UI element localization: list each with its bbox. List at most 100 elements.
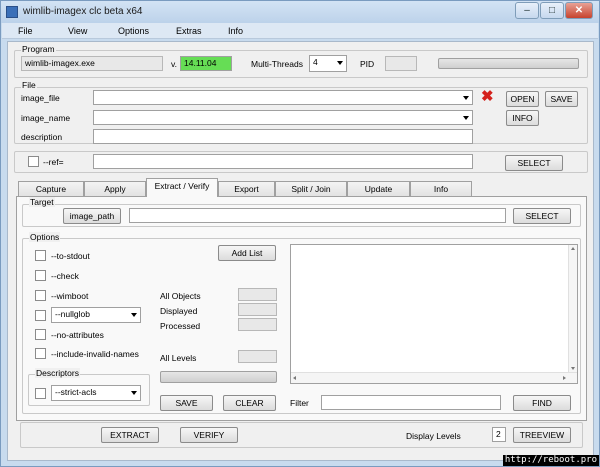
tab-capture[interactable]: Capture <box>18 181 84 196</box>
tab-info[interactable]: Info <box>410 181 472 196</box>
ref-select-button[interactable]: SELECT <box>505 155 563 171</box>
strict-acls-value: --strict-acls <box>55 387 97 397</box>
tab-split-join[interactable]: Split / Join <box>275 181 347 196</box>
descriptors-group-title: Descriptors <box>35 368 80 378</box>
processed-field <box>238 318 277 331</box>
nullglob-combo[interactable]: --nullglob <box>51 307 141 323</box>
version-field: 14.11.04 <box>180 56 232 71</box>
horizontal-scrollbar[interactable] <box>291 372 577 383</box>
menu-view[interactable]: View <box>68 26 87 36</box>
save-button[interactable]: SAVE <box>545 91 578 107</box>
all-levels-label: All Levels <box>160 353 197 363</box>
close-button[interactable]: ✕ <box>565 2 593 19</box>
chevron-down-icon <box>463 116 469 120</box>
displayed-label: Displayed <box>160 306 198 316</box>
display-levels-value: 2 <box>496 429 501 439</box>
nullglob-value: --nullglob <box>55 309 90 319</box>
tab-extract-verify[interactable]: Extract / Verify <box>146 178 218 197</box>
app-icon <box>6 6 18 18</box>
filter-label: Filter <box>290 398 309 408</box>
client-area: Program wimlib-imagex.exe v. 14.11.04 Mu… <box>7 41 594 461</box>
image-path-button[interactable]: image_path <box>63 208 121 224</box>
file-group-title: File <box>21 80 37 90</box>
title-bar[interactable]: wimlib-imagex clc beta x64 – □ ✕ <box>1 1 599 23</box>
chevron-down-icon <box>131 391 137 395</box>
no-attributes-checkbox[interactable] <box>35 329 46 340</box>
strict-acls-checkbox[interactable] <box>35 388 46 399</box>
threads-combo[interactable]: 4 <box>309 55 347 72</box>
ref-label: --ref= <box>43 157 64 167</box>
menu-info[interactable]: Info <box>228 26 243 36</box>
menu-bar: File View Options Extras Info <box>2 23 598 39</box>
check-checkbox[interactable] <box>35 270 46 281</box>
image-file-label: image_file <box>21 93 60 103</box>
tab-apply[interactable]: Apply <box>84 181 146 196</box>
version-label: v. <box>171 59 177 69</box>
pid-field <box>385 56 417 71</box>
info-button[interactable]: INFO <box>506 110 539 126</box>
scroll-down-icon <box>571 367 575 370</box>
scroll-right-icon <box>563 376 566 380</box>
display-levels-label: Display Levels <box>406 431 461 441</box>
image-file-combo[interactable] <box>93 90 473 105</box>
description-label: description <box>21 132 63 142</box>
pid-label: PID <box>360 59 375 69</box>
watermark: http://reboot.pro <box>502 455 599 466</box>
add-list-button[interactable]: Add List <box>218 245 276 261</box>
display-levels-spinner[interactable]: 2 <box>492 427 506 442</box>
all-objects-field <box>238 288 277 301</box>
verify-button[interactable]: VERIFY <box>180 427 238 443</box>
image-name-combo[interactable] <box>93 110 473 125</box>
include-invalid-names-checkbox[interactable] <box>35 348 46 359</box>
vertical-scrollbar[interactable] <box>568 245 577 372</box>
to-stdout-checkbox[interactable] <box>35 250 46 261</box>
treeview-button[interactable]: TREEVIEW <box>513 427 571 443</box>
scroll-left-icon <box>293 376 296 380</box>
extract-progress-bar <box>160 371 277 383</box>
options-group-title: Options <box>29 232 61 242</box>
include-invalid-names-label: --include-invalid-names <box>51 349 139 359</box>
menu-file[interactable]: File <box>18 26 33 36</box>
extract-button[interactable]: EXTRACT <box>101 427 159 443</box>
program-exe-field: wimlib-imagex.exe <box>21 56 163 71</box>
scroll-up-icon <box>571 247 575 250</box>
strict-acls-combo[interactable]: --strict-acls <box>51 385 141 401</box>
minimize-button[interactable]: – <box>515 2 539 19</box>
maximize-button[interactable]: □ <box>540 2 564 19</box>
chevron-down-icon <box>337 61 343 65</box>
program-progress-bar <box>438 58 579 69</box>
description-field[interactable] <box>93 129 473 144</box>
list-clear-button[interactable]: CLEAR <box>223 395 276 411</box>
target-group-title: Target <box>29 197 55 207</box>
target-select-button[interactable]: SELECT <box>513 208 571 224</box>
processed-label: Processed <box>160 321 201 331</box>
tab-update[interactable]: Update <box>347 181 410 196</box>
wimboot-checkbox[interactable] <box>35 290 46 301</box>
wimboot-label: --wimboot <box>51 291 89 301</box>
displayed-field <box>238 303 277 316</box>
tab-export[interactable]: Export <box>218 181 275 196</box>
menu-options[interactable]: Options <box>118 26 149 36</box>
threads-label: Multi-Threads <box>251 59 303 69</box>
find-button[interactable]: FIND <box>513 395 571 411</box>
object-list-view[interactable] <box>290 244 578 384</box>
program-group-title: Program <box>21 44 56 54</box>
open-button[interactable]: OPEN <box>506 91 539 107</box>
threads-value: 4 <box>313 57 318 67</box>
window-title: wimlib-imagex clc beta x64 <box>23 6 143 17</box>
list-save-button[interactable]: SAVE <box>160 395 213 411</box>
filter-field[interactable] <box>321 395 501 410</box>
no-attributes-label: --no-attributes <box>51 330 104 340</box>
nullglob-checkbox[interactable] <box>35 310 46 321</box>
image-path-field[interactable] <box>129 208 506 223</box>
all-levels-field <box>238 350 277 363</box>
to-stdout-label: --to-stdout <box>51 251 90 261</box>
chevron-down-icon <box>463 96 469 100</box>
chevron-down-icon <box>131 313 137 317</box>
ref-field[interactable] <box>93 154 473 169</box>
check-label: --check <box>51 271 79 281</box>
menu-extras[interactable]: Extras <box>176 26 202 36</box>
clear-red-x-icon[interactable]: ✖ <box>481 89 494 104</box>
ref-checkbox[interactable] <box>28 156 39 167</box>
image-name-label: image_name <box>21 113 71 123</box>
